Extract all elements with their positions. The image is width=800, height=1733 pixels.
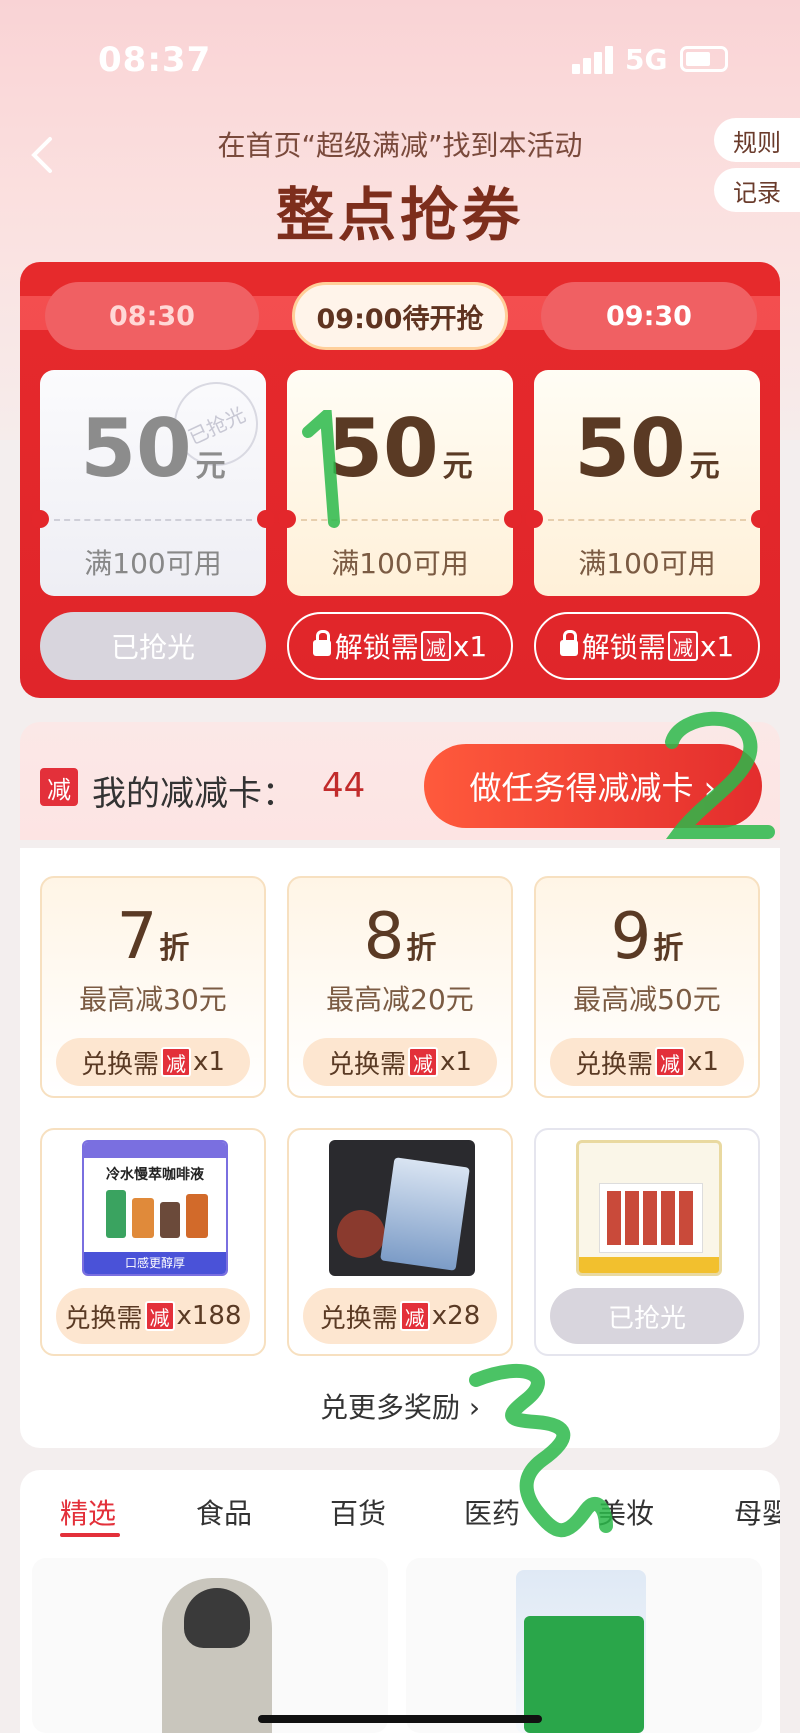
record-button[interactable]: 记录 <box>714 168 800 212</box>
unlock-coupon-button[interactable]: 解锁需减 x1 <box>287 612 513 680</box>
redeem-button[interactable]: 兑换需减 x1 <box>550 1038 744 1086</box>
status-time: 08:37 <box>98 40 212 80</box>
do-tasks-button[interactable]: 做任务得减减卡 › <box>424 744 762 828</box>
sold-out-button: 已抢光 <box>40 612 266 680</box>
time-slot-0830[interactable]: 08:30 <box>45 282 259 350</box>
discount-card: 7折 最高减30元 兑换需减 x1 <box>40 876 266 1098</box>
product-card[interactable]: 兑换需减 x28 <box>287 1128 513 1356</box>
jian-card-icon: 减 <box>420 631 451 661</box>
tab-medicine[interactable]: 医药 <box>464 1492 520 1532</box>
my-cards-label: 我的减减卡： <box>92 774 296 814</box>
active-tab-indicator <box>60 1533 120 1537</box>
signal-icon <box>572 46 614 74</box>
activity-hint: 在首页“超级满减”找到本活动 <box>217 129 583 162</box>
discount-card: 9折 最高减50元 兑换需减 x1 <box>534 876 760 1098</box>
lock-icon <box>559 630 578 656</box>
coupon-condition: 满100可用 <box>84 547 222 580</box>
jian-card-icon: 减 <box>408 1047 439 1077</box>
coffee-product-image: 冷水慢萃咖啡液 口感更醇厚 <box>82 1140 228 1276</box>
jian-card-icon: 减 <box>667 631 698 661</box>
tab-featured[interactable]: 精选 <box>60 1492 116 1532</box>
tab-food[interactable]: 食品 <box>196 1492 252 1532</box>
unlock-coupon-button[interactable]: 解锁需减 x1 <box>534 612 760 680</box>
redeem-button[interactable]: 兑换需减 x188 <box>56 1288 250 1344</box>
jian-card-icon: 减 <box>399 1301 430 1331</box>
coupon-card: 50 元 满100可用 <box>525 370 769 596</box>
coupon-amount: 50 元 <box>80 402 226 495</box>
coupon-amount: 50 元 <box>574 402 720 495</box>
product-card[interactable]: 冷水慢萃咖啡液 口感更醇厚 兑换需减 x188 <box>40 1128 266 1356</box>
redeem-button[interactable]: 兑换需减 x1 <box>303 1038 497 1086</box>
jian-card-icon: 减 <box>161 1047 192 1077</box>
coupon-card: 已抢光 50 元 满100可用 <box>31 368 275 596</box>
page-title: 整点抢券 <box>275 181 524 249</box>
meat-product-image <box>329 1140 475 1276</box>
tab-mother-baby[interactable]: 母婴 <box>734 1492 780 1532</box>
rules-button[interactable]: 规则 <box>714 118 800 162</box>
jian-card-icon: 减 <box>40 768 78 806</box>
coupon-condition: 满100可用 <box>578 547 716 580</box>
coupon-amount: 50 元 <box>327 402 473 495</box>
card-count: 44 <box>322 766 366 806</box>
mask-product-image <box>576 1140 722 1276</box>
product-tile[interactable] <box>406 1558 762 1733</box>
discount-card: 8折 最高减20元 兑换需减 x1 <box>287 876 513 1098</box>
tab-beauty[interactable]: 美妆 <box>598 1492 654 1532</box>
lock-icon <box>312 630 331 656</box>
network-type: 5G <box>625 43 668 76</box>
sold-out-button: 已抢光 <box>550 1288 744 1344</box>
time-slot-0930[interactable]: 09:30 <box>541 282 757 350</box>
tab-general[interactable]: 百货 <box>330 1492 386 1532</box>
home-indicator <box>258 1715 542 1723</box>
coupon-card: 50 元 满100可用 <box>278 370 522 596</box>
product-tile[interactable] <box>32 1558 388 1733</box>
redeem-button[interactable]: 兑换需减 x28 <box>303 1288 497 1344</box>
coupon-condition: 满100可用 <box>331 547 469 580</box>
more-rewards-link[interactable]: 兑更多奖励 › <box>20 1386 780 1426</box>
time-slot-0900[interactable]: 09:00待开抢 <box>292 282 508 350</box>
battery-icon <box>680 46 728 72</box>
redeem-button[interactable]: 兑换需减 x1 <box>56 1038 250 1086</box>
jian-card-icon: 减 <box>655 1047 686 1077</box>
product-card[interactable]: 已抢光 <box>534 1128 760 1356</box>
jian-card-icon: 减 <box>144 1301 175 1331</box>
